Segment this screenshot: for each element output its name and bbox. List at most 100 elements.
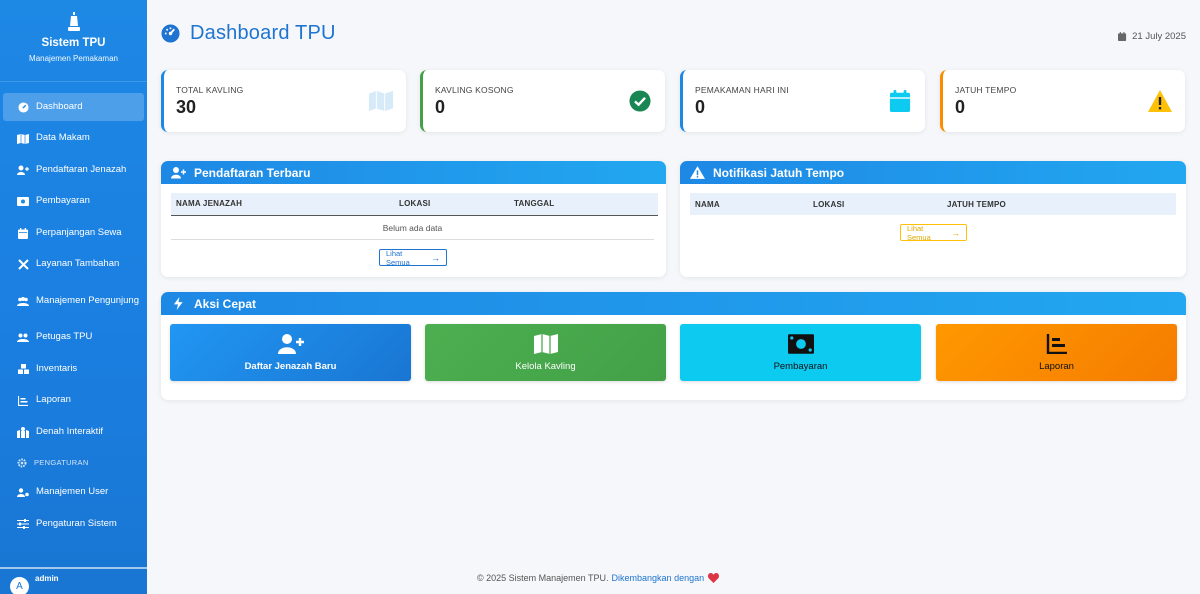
money-icon: [17, 196, 29, 208]
panel-title: Aksi Cepat: [194, 296, 257, 311]
registrations-table: NAMA JENAZAH LOKASI TANGGAL: [171, 193, 658, 216]
sidebar-item-pembayaran[interactable]: Pembayaran: [3, 188, 144, 216]
sliders-icon: [17, 518, 29, 530]
sidebar-item-label: Perpanjangan Sewa: [36, 226, 122, 238]
sidebar-item-inventaris[interactable]: Inventaris: [3, 355, 144, 383]
quick-action-pembayaran[interactable]: Pembayaran: [680, 324, 921, 381]
sidebar-item-petugas-tpu[interactable]: Petugas TPU: [3, 324, 144, 352]
brand-title: Sistem TPU: [41, 37, 106, 49]
column-header: LOKASI: [399, 199, 431, 209]
user-panel[interactable]: A admin: [0, 567, 147, 594]
stat-value: 0: [695, 97, 706, 117]
stat-label: KAVLING KOSONG: [435, 85, 514, 95]
stat-card-total-kavling: TOTAL KAVLING 30: [161, 70, 406, 132]
page-header: Dashboard TPU: [161, 22, 336, 45]
brand-subtitle: Manajemen Pemakaman: [29, 54, 118, 63]
sidebar-item-pendaftaran-jenazah[interactable]: Pendaftaran Jenazah: [3, 156, 144, 184]
tools-icon: [17, 259, 29, 271]
column-header: NAMA: [695, 199, 720, 209]
quick-action-label: Kelola Kavling: [515, 360, 576, 372]
arrow-right-icon: →: [951, 227, 960, 238]
stat-value: 0: [955, 97, 966, 117]
sidebar-item-manajemen-pengunjung[interactable]: Manajemen Pengunjung: [3, 282, 144, 320]
sidebar-item-manajemen-user[interactable]: Manajemen User: [3, 479, 144, 507]
panel-title: Notifikasi Jatuh Tempo: [713, 165, 845, 180]
date-text: 21 July 2025: [1132, 31, 1186, 42]
check-circle-icon: [629, 90, 651, 112]
main-content: Dashboard TPU 21 July 2025 TOTAL KAVLING…: [147, 0, 1200, 594]
column-header: TANGGAL: [514, 199, 555, 209]
footer: © 2025 Sistem Manajemen TPU. Dikembangka…: [477, 573, 720, 583]
sidebar-item-label: Manajemen User: [36, 486, 109, 498]
sidebar-item-label: Pembayaran: [36, 195, 90, 207]
sidebar-item-label: Inventaris: [36, 362, 78, 374]
column-header: NAMA JENAZAH: [176, 199, 243, 209]
quick-action-kelola-kavling[interactable]: Kelola Kavling: [425, 324, 666, 381]
panel-header: Notifikasi Jatuh Tempo: [680, 161, 1186, 184]
quick-action-label: Pembayaran: [773, 360, 828, 372]
sidebar-item-label: Petugas TPU: [36, 331, 93, 343]
column-header: JATUH TEMPO: [947, 199, 1006, 209]
sidebar-item-layanan-tambahan[interactable]: Layanan Tambahan: [3, 251, 144, 279]
section-label: PENGATURAN: [34, 458, 89, 467]
calendar-icon: [1118, 32, 1127, 41]
table-header-row: NAMA LOKASI JATUH TEMPO: [690, 193, 1176, 215]
sidebar-item-label: Dashboard: [36, 100, 83, 112]
recent-registrations-panel: Pendaftaran Terbaru NAMA JENAZAH LOKASI …: [161, 161, 666, 277]
sidebar-nav: Dashboard Data Makam Pendaftaran Jenazah…: [0, 93, 147, 538]
users-cog-icon: [17, 487, 29, 499]
panel-title: Pendaftaran Terbaru: [194, 165, 311, 180]
monument-icon: [67, 12, 80, 31]
column-header: LOKASI: [813, 199, 845, 209]
sidebar-item-label: Pengaturan Sistem: [36, 517, 117, 529]
map-icon: [369, 90, 393, 112]
due-table: NAMA LOKASI JATUH TEMPO: [690, 193, 1176, 215]
page-title: Dashboard TPU: [190, 22, 336, 44]
due-notifications-panel: Notifikasi Jatuh Tempo NAMA LOKASI JATUH…: [680, 161, 1186, 277]
sidebar-item-pengaturan-sistem[interactable]: Pengaturan Sistem: [3, 510, 144, 538]
sidebar-item-label: Laporan: [36, 394, 71, 406]
stat-label: TOTAL KAVLING: [176, 85, 244, 95]
calendar-icon: [17, 227, 29, 239]
quick-action-label: Daftar Jenazah Baru: [244, 360, 337, 372]
heart-icon: [708, 573, 720, 583]
quick-actions-panel: Aksi Cepat Daftar Jenazah Baru Kelola Ka…: [161, 292, 1186, 400]
gauge-icon: [161, 24, 180, 43]
calendar-icon: [889, 90, 911, 112]
stat-label: JATUH TEMPO: [955, 85, 1017, 95]
view-all-due-button[interactable]: Lihat Semua →: [900, 223, 967, 242]
gauge-icon: [17, 101, 29, 113]
button-label: Lihat Semua: [386, 248, 410, 267]
sidebar-section-settings: PENGATURAN: [0, 450, 147, 476]
sidebar-item-laporan[interactable]: Laporan: [3, 387, 144, 415]
quick-action-label: Laporan: [1039, 360, 1074, 372]
current-date: 21 July 2025: [1118, 31, 1186, 42]
panel-header: Aksi Cepat: [161, 292, 1186, 315]
empty-state: Belum ada data: [171, 216, 654, 240]
stat-card-jatuh-tempo: JATUH TEMPO 0: [940, 70, 1185, 132]
sidebar-item-label: Pendaftaran Jenazah: [36, 163, 127, 175]
sidebar-item-label: Data Makam: [36, 132, 90, 144]
sidebar-item-label: Layanan Tambahan: [36, 258, 120, 270]
stat-value: 30: [176, 97, 197, 117]
sidebar-item-dashboard[interactable]: Dashboard: [3, 93, 144, 121]
boxes-icon: [17, 363, 29, 375]
stat-card-pemakaman-hari-ini: PEMAKAMAN HARI INI 0: [680, 70, 925, 132]
chart-icon: [1046, 333, 1067, 354]
warning-icon: [1148, 90, 1172, 112]
sidebar-item-perpanjangan-sewa[interactable]: Perpanjangan Sewa: [3, 219, 144, 247]
button-label: Lihat Semua: [907, 223, 931, 242]
sidebar-item-data-makam[interactable]: Data Makam: [3, 125, 144, 153]
view-all-registrations-button[interactable]: Lihat Semua →: [379, 248, 447, 267]
quick-action-laporan[interactable]: Laporan: [936, 324, 1177, 381]
sidebar-item-label: Manajemen Pengunjung: [36, 294, 139, 306]
user-plus-icon: [17, 164, 29, 176]
quick-action-daftar-jenazah[interactable]: Daftar Jenazah Baru: [170, 324, 411, 381]
map-marked-icon: [17, 426, 29, 438]
sidebar-item-denah-interaktif[interactable]: Denah Interaktif: [3, 418, 144, 446]
user-plus-icon: [171, 167, 186, 179]
panel-header: Pendaftaran Terbaru: [161, 161, 666, 184]
arrow-right-icon: →: [431, 252, 440, 263]
footer-link[interactable]: Dikembangkan dengan: [612, 573, 705, 583]
avatar: A: [10, 577, 29, 594]
